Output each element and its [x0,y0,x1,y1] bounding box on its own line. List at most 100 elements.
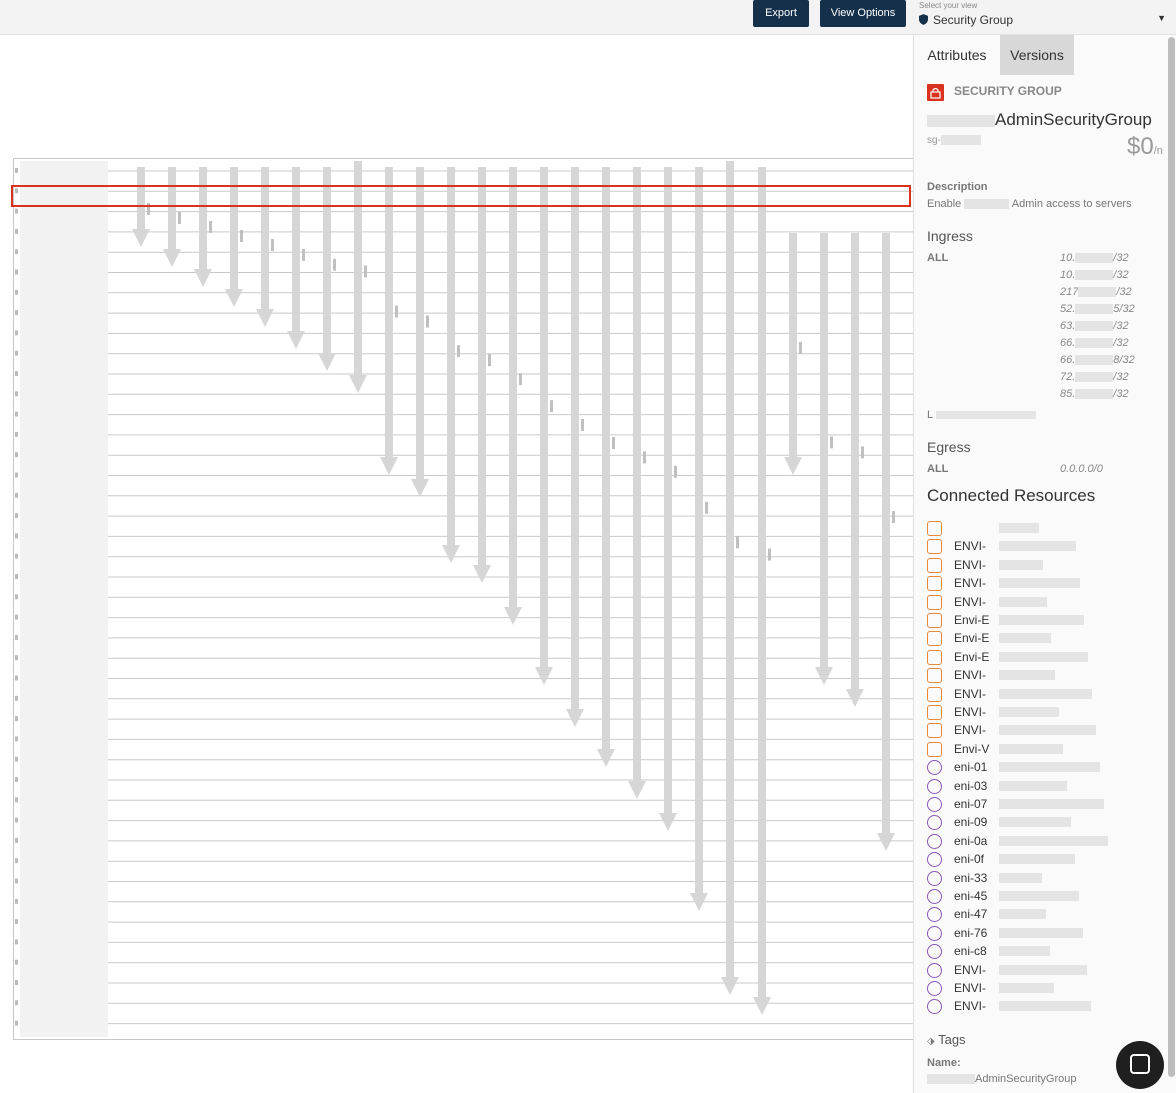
instance-icon [927,705,942,720]
connected-resource-item[interactable]: ENVI- [927,704,1167,722]
traffic-diagram[interactable] [13,158,914,1040]
ingress-rule: 85. /32 [1060,388,1129,400]
instance-icon [927,539,942,555]
description-heading: Description [927,181,988,193]
flow-arrow-head [318,353,336,371]
row-marker [15,168,18,173]
connected-resource-item[interactable]: ENVI- [927,538,1167,556]
connected-resource-label: eni-76 [954,925,988,940]
connected-resource-item[interactable]: eni-01 [927,759,1167,777]
redacted-text [999,891,1079,901]
connected-resource-label: ENVI- [954,705,987,719]
connected-resource-item[interactable]: eni-c8 [927,943,1167,961]
redacted-text [1075,338,1114,349]
network-interface-icon [927,907,942,923]
row-marker [15,898,18,904]
connected-resource-item[interactable]: Envi-E [927,630,1167,648]
flow-arrow-label [364,265,367,278]
connected-resource-label: eni-07 [954,797,988,811]
redacted-text [999,707,1059,717]
ingress-rule-end: 8/32 [1113,354,1135,366]
redacted-text [964,199,1010,210]
resource-type-label: SECURITY GROUP [954,84,1062,98]
ingress-rule: 66. 8/32 [1060,354,1135,366]
shield-icon [919,14,928,25]
network-interface-icon [927,925,942,941]
connected-resource-item[interactable]: ENVI- [927,686,1167,704]
tab-versions[interactable]: Versions [1000,35,1074,75]
connected-resource-item[interactable]: eni-03 [927,778,1167,796]
connected-resource-item[interactable]: ENVI- [927,557,1167,575]
row-label-column [20,161,108,1037]
instance-icon [927,521,942,536]
ingress-rule-end: /32 [1113,388,1129,400]
panel-scrollbar[interactable] [1168,37,1175,1077]
connected-resource-item[interactable]: eni-47 [927,906,1167,924]
ingress-rule: 217/32 [1060,286,1132,298]
connected-resource-item[interactable]: eni-07 [927,796,1167,814]
redacted-text [999,615,1084,625]
connected-resource-item[interactable]: Envi-E [927,649,1167,667]
redacted-text [1075,304,1114,315]
row-marker [15,472,18,478]
export-button[interactable]: Export [753,0,809,27]
connected-resource-item[interactable] [927,520,1167,538]
connected-resource-item[interactable]: eni-0f [927,851,1167,869]
connected-resource-item[interactable]: eni-33 [927,870,1167,888]
flow-arrow-label [643,451,646,464]
view-select[interactable]: Select your view Security Group ▼ [917,0,1172,34]
flow-arrow-head [132,229,150,247]
connected-resource-label: Envi-E [954,613,990,627]
connected-resource-item[interactable]: eni-76 [927,925,1167,943]
row-marker [15,1020,18,1026]
cost-amount: $0 [1127,133,1154,160]
chat-button[interactable] [1116,1041,1164,1089]
connected-resource-label: eni-33 [954,870,988,885]
redacted-text [1075,355,1114,366]
ingress-protocol: ALL [927,252,949,264]
selected-row-highlight [11,185,911,207]
description-text: Enable Admin access to servers [927,198,1132,210]
connected-resource-item[interactable]: eni-45 [927,888,1167,906]
ingress-rule-start: 10. [1060,252,1076,264]
connected-resource-item[interactable]: ENVI- [927,962,1167,980]
flow-arrow-head [225,289,243,307]
network-interface-icon [927,760,942,776]
flow-arrow-shaft [820,233,828,667]
connected-resource-label: ENVI- [954,668,987,683]
view-options-button[interactable]: View Options [820,0,906,27]
connected-resource-item[interactable]: ENVI- [927,594,1167,612]
connected-resource-item[interactable]: eni-09 [927,814,1167,832]
flow-arrow-head [535,667,553,685]
connected-resource-item[interactable]: Envi-E [927,612,1167,630]
connected-resource-item[interactable]: ENVI- [927,998,1167,1016]
row-marker [15,533,18,539]
row-marker [15,675,18,681]
redacted-text [999,651,1088,662]
connected-resource-item[interactable]: ENVI- [927,575,1167,593]
redacted-text [999,835,1108,846]
connected-resource-item[interactable]: eni-0a [927,833,1167,851]
flow-arrow-shaft [447,167,455,545]
flow-arrow-label [674,465,677,478]
connected-resource-item[interactable]: ENVI- [927,667,1167,685]
network-interface-icon [927,962,942,978]
scrollbar-thumb[interactable] [1168,37,1175,1077]
flow-arrow-head [815,667,833,685]
tab-attributes[interactable]: Attributes [914,35,1000,75]
connected-resource-item[interactable]: ENVI- [927,980,1167,998]
ingress-rule: 66. /32 [1060,337,1129,349]
connected-resource-item[interactable]: ENVI- [927,722,1167,740]
flow-arrow-head [846,689,864,707]
flow-arrow-label [612,437,615,449]
row-marker [15,269,18,275]
row-marker [15,411,18,417]
connected-resource-label: ENVI- [954,576,987,591]
tag-key: Name: [927,1057,961,1069]
flow-arrow-head [411,479,429,497]
connected-resource-item[interactable]: Envi-V [927,741,1167,759]
flow-arrow-shaft [851,233,859,689]
flow-arrow-shaft [416,167,424,479]
ingress-rule-start: 217 [1060,286,1079,298]
redacted-text [999,725,1096,736]
